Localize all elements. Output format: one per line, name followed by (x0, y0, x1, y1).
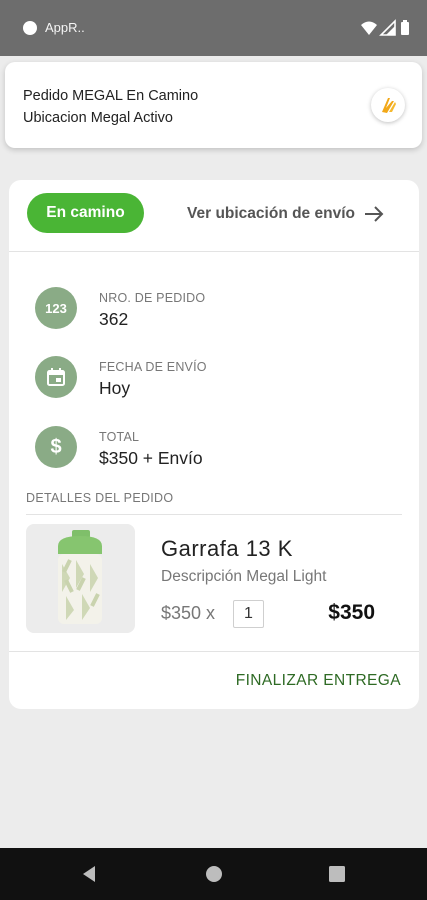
notification-title: Pedido MEGAL En Camino (23, 88, 199, 104)
back-icon[interactable] (80, 865, 98, 883)
notification-dot-icon (23, 21, 37, 35)
finalize-delivery-button[interactable]: FINALIZAR ENTREGA (236, 672, 401, 690)
divider (26, 514, 402, 515)
home-icon[interactable] (205, 865, 223, 883)
product-description: Descripción Megal Light (161, 568, 327, 585)
order-number-value: 362 (99, 309, 129, 329)
notification-card[interactable]: Pedido MEGAL En Camino Ubicacion Megal A… (5, 62, 422, 148)
status-badge[interactable]: En camino (27, 193, 144, 233)
shipping-date-value: Hoy (99, 378, 131, 398)
status-bar: AppR.. (0, 0, 427, 56)
order-number-icon: 123 (35, 287, 77, 329)
dollar-icon: $ (35, 426, 77, 468)
calendar-icon (35, 356, 77, 398)
navigation-bar (0, 848, 427, 900)
order-card: En camino Ver ubicación de envío 123 NRO… (9, 180, 419, 709)
item-total-price: $350 (328, 601, 375, 624)
signal-icon (379, 19, 396, 36)
shipping-date-label: FECHA DE ENVÍO (99, 360, 207, 374)
status-icons (361, 19, 409, 36)
total-value: $350 + Envío (99, 448, 203, 468)
arrow-right-icon (364, 206, 384, 222)
total-label: TOTAL (99, 430, 140, 444)
wifi-icon (361, 21, 377, 35)
order-details-heading: DETALLES DEL PEDIDO (26, 491, 174, 505)
battery-icon (401, 20, 409, 35)
divider (9, 651, 419, 652)
product-image (26, 524, 135, 633)
recents-icon[interactable] (329, 866, 345, 882)
status-app-name: AppR.. (45, 20, 85, 35)
product-name: Garrafa 13 K (161, 536, 293, 561)
order-number-label: NRO. DE PEDIDO (99, 291, 206, 305)
app-logo-icon (371, 88, 405, 122)
unit-price: $350 x (161, 603, 216, 623)
view-shipping-location-link[interactable]: Ver ubicación de envío (187, 202, 385, 226)
view-shipping-location-label: Ver ubicación de envío (187, 205, 355, 222)
divider (9, 251, 419, 252)
notification-text: Ubicacion Megal Activo (23, 110, 173, 126)
quantity-input[interactable] (233, 600, 264, 628)
